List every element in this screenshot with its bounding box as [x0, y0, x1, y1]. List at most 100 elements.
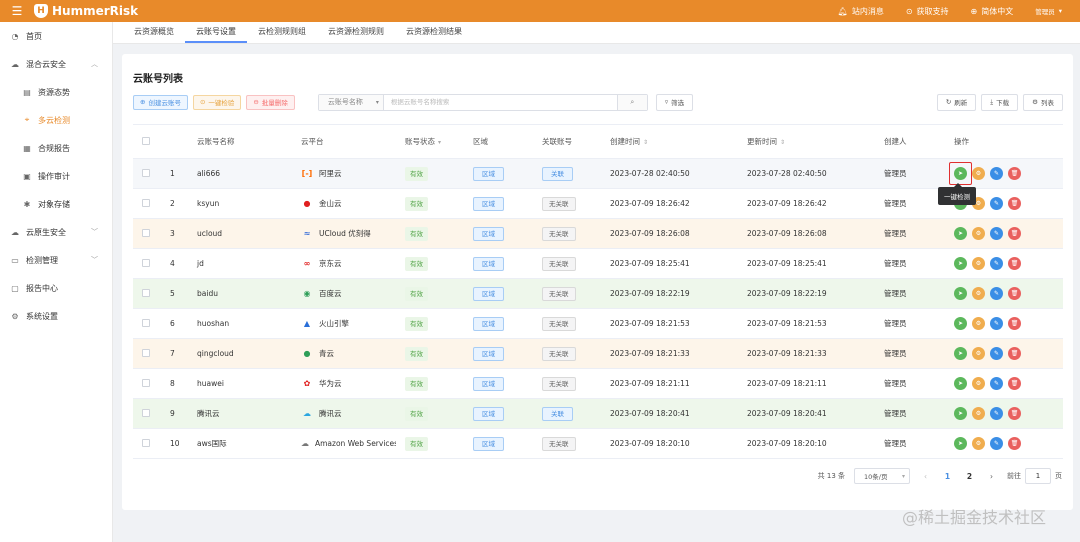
- detect-button[interactable]: ➤: [954, 287, 967, 300]
- zone-button[interactable]: 区域: [473, 256, 504, 271]
- filter-button[interactable]: ▿ 筛选: [655, 93, 694, 111]
- detect-button[interactable]: ➤: [954, 227, 967, 240]
- tab-resource-overview[interactable]: 云资源概览: [123, 22, 185, 43]
- sidebar-item-multi-cloud-scan[interactable]: ⌖ 多云检测: [0, 106, 112, 134]
- columns-button[interactable]: ⚙ 列表: [1023, 93, 1063, 111]
- linked-account-badge[interactable]: 关联: [542, 166, 573, 181]
- goto-page-input[interactable]: [1025, 468, 1051, 484]
- settings-button[interactable]: ⚙: [972, 167, 985, 180]
- edit-button[interactable]: ✎: [990, 197, 1003, 210]
- detect-button[interactable]: ➤: [954, 317, 967, 330]
- sidebar-item-resource-posture[interactable]: ▤ 资源态势: [0, 78, 112, 106]
- sidebar-item-object-storage[interactable]: ✱ 对象存储: [0, 190, 112, 218]
- delete-button[interactable]: 🗑︎: [1008, 317, 1021, 330]
- sidebar-item-hybrid-cloud[interactable]: ☁ 混合云安全 ︿: [0, 50, 112, 78]
- edit-button[interactable]: ✎: [990, 317, 1003, 330]
- download-button[interactable]: ⤓ 下载: [981, 93, 1019, 111]
- linked-account-badge[interactable]: 无关联: [542, 436, 576, 451]
- settings-button[interactable]: ⚙: [972, 347, 985, 360]
- header-status[interactable]: 账号状态 ▾: [396, 124, 464, 159]
- settings-button[interactable]: ⚙: [972, 317, 985, 330]
- row-checkbox[interactable]: [142, 228, 150, 237]
- linked-account-badge[interactable]: 无关联: [542, 316, 576, 331]
- sidebar-item-cloud-native[interactable]: ☁ 云原生安全 ﹀: [0, 218, 112, 246]
- tab-rule-groups[interactable]: 云检测规则组: [247, 22, 317, 43]
- delete-button[interactable]: 🗑︎: [1008, 437, 1021, 450]
- settings-button[interactable]: ⚙: [972, 407, 985, 420]
- edit-button[interactable]: ✎: [990, 257, 1003, 270]
- sidebar-item-detect-management[interactable]: ▭ 检测管理 ﹀: [0, 246, 112, 274]
- brand-logo[interactable]: H HummerRisk: [34, 4, 138, 18]
- sidebar-item-report-center[interactable]: ▢ 报告中心: [0, 274, 112, 302]
- prev-page-button[interactable]: ‹: [919, 472, 932, 481]
- user-menu[interactable]: 管理员 ▾: [1035, 6, 1062, 16]
- zone-button[interactable]: 区域: [473, 196, 504, 211]
- delete-button[interactable]: 🗑︎: [1008, 227, 1021, 240]
- row-checkbox[interactable]: [142, 168, 150, 177]
- row-checkbox[interactable]: [142, 438, 150, 447]
- linked-account-badge[interactable]: 无关联: [542, 226, 576, 241]
- edit-button[interactable]: ✎: [990, 437, 1003, 450]
- delete-button[interactable]: 🗑︎: [1008, 407, 1021, 420]
- linked-account-badge[interactable]: 无关联: [542, 286, 576, 301]
- linked-account-badge[interactable]: 无关联: [542, 376, 576, 391]
- settings-button[interactable]: ⚙: [972, 287, 985, 300]
- zone-button[interactable]: 区域: [473, 436, 504, 451]
- language-select[interactable]: ⊕ 简体中文: [971, 6, 1014, 17]
- sidebar-item-compliance-report[interactable]: ▦ 合规报告: [0, 134, 112, 162]
- page-size-select[interactable]: 10条/页 ▾: [854, 468, 910, 484]
- settings-button[interactable]: ⚙: [972, 437, 985, 450]
- page-1[interactable]: 1: [941, 472, 954, 481]
- edit-button[interactable]: ✎: [990, 347, 1003, 360]
- edit-button[interactable]: ✎: [990, 287, 1003, 300]
- batch-delete-button[interactable]: ⊖ 批量删除: [246, 94, 295, 110]
- linked-account-badge[interactable]: 关联: [542, 406, 573, 421]
- row-checkbox[interactable]: [142, 258, 150, 267]
- delete-button[interactable]: 🗑︎: [1008, 257, 1021, 270]
- linked-account-badge[interactable]: 无关联: [542, 196, 576, 211]
- row-checkbox[interactable]: [142, 408, 150, 417]
- select-all-checkbox[interactable]: [142, 136, 150, 145]
- detect-button[interactable]: ➤: [954, 377, 967, 390]
- sidebar-item-system-settings[interactable]: ⚙ 系统设置: [0, 302, 112, 330]
- support-link[interactable]: ⊙ 获取支持: [906, 6, 949, 17]
- batch-check-button[interactable]: ⊙ 一键检验: [192, 94, 242, 110]
- header-updated-time[interactable]: 更新时间 ⇕: [738, 124, 875, 159]
- row-checkbox[interactable]: [142, 378, 150, 387]
- edit-button[interactable]: ✎: [990, 377, 1003, 390]
- zone-button[interactable]: 区域: [473, 166, 504, 181]
- settings-button[interactable]: ⚙: [972, 377, 985, 390]
- row-checkbox[interactable]: [142, 318, 150, 327]
- settings-button[interactable]: ⚙: [972, 227, 985, 240]
- sidebar-item-operation-audit[interactable]: ▣ 操作审计: [0, 162, 112, 190]
- zone-button[interactable]: 区域: [473, 226, 504, 241]
- detect-button[interactable]: ➤: [954, 407, 967, 420]
- edit-button[interactable]: ✎: [990, 227, 1003, 240]
- row-checkbox[interactable]: [142, 348, 150, 357]
- edit-button[interactable]: ✎: [990, 167, 1003, 180]
- delete-button[interactable]: 🗑︎: [1008, 347, 1021, 360]
- zone-button[interactable]: 区域: [473, 376, 504, 391]
- tab-account-settings[interactable]: 云账号设置: [185, 22, 247, 43]
- header-created-time[interactable]: 创建时间 ⇕: [601, 124, 738, 159]
- delete-button[interactable]: 🗑︎: [1008, 377, 1021, 390]
- edit-button[interactable]: ✎: [990, 407, 1003, 420]
- detect-button[interactable]: ➤: [954, 437, 967, 450]
- hamburger-icon[interactable]: ☰: [0, 4, 34, 18]
- row-checkbox[interactable]: [142, 198, 150, 207]
- delete-button[interactable]: 🗑︎: [1008, 287, 1021, 300]
- next-page-button[interactable]: ›: [985, 472, 998, 481]
- detect-button[interactable]: ➤: [954, 347, 967, 360]
- settings-button[interactable]: ⚙: [972, 257, 985, 270]
- row-checkbox[interactable]: [142, 288, 150, 297]
- create-account-button[interactable]: ⊕ 创建云账号: [133, 94, 188, 110]
- search-button[interactable]: ⌕: [616, 94, 647, 110]
- page-2[interactable]: 2: [963, 472, 976, 481]
- detect-button[interactable]: ➤: [954, 257, 967, 270]
- linked-account-badge[interactable]: 无关联: [542, 346, 576, 361]
- zone-button[interactable]: 区域: [473, 286, 504, 301]
- linked-account-badge[interactable]: 无关联: [542, 256, 576, 271]
- search-field-select[interactable]: 云账号名称 ▾: [318, 94, 384, 110]
- sidebar-item-home[interactable]: ◔ 首页: [0, 22, 112, 50]
- zone-button[interactable]: 区域: [473, 406, 504, 421]
